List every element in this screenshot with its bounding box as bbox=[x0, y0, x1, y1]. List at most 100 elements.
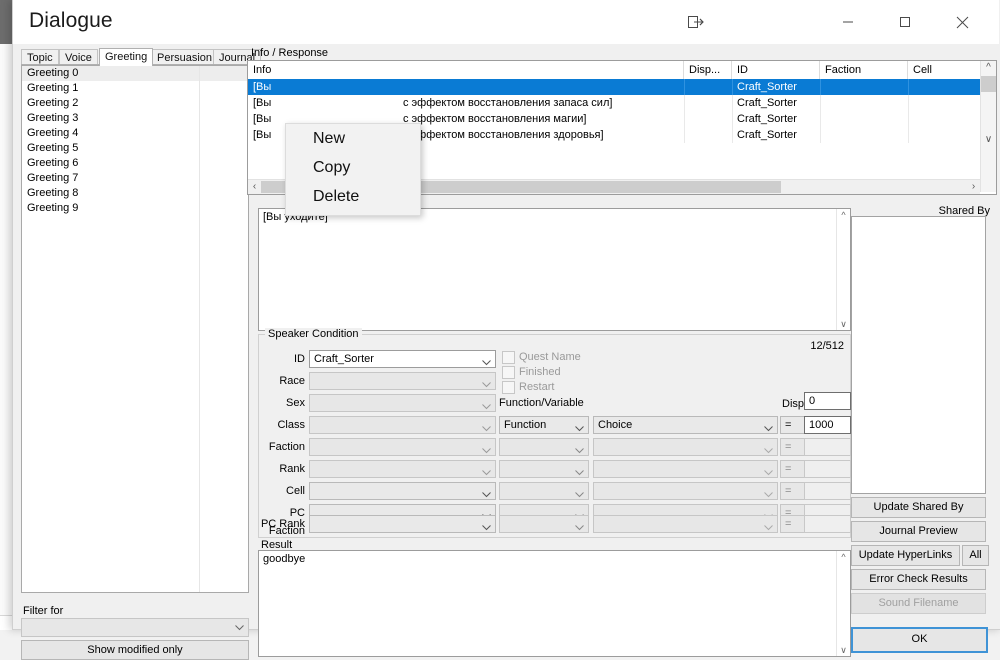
column-header-disp[interactable]: Disp... bbox=[684, 61, 732, 79]
checkbox-restart[interactable] bbox=[502, 381, 515, 394]
filter-label: Filter for bbox=[23, 605, 63, 617]
maximize-icon[interactable] bbox=[882, 0, 928, 44]
context-menu-item-new[interactable]: New bbox=[286, 124, 420, 153]
list-item[interactable]: Greeting 3 bbox=[22, 111, 248, 126]
input-value-2[interactable] bbox=[804, 460, 851, 478]
chevron-down-icon bbox=[575, 465, 584, 478]
chevron-down-icon bbox=[482, 520, 491, 533]
combo-cell[interactable] bbox=[309, 482, 496, 500]
column-header-id[interactable]: ID bbox=[732, 61, 820, 79]
column-header-info[interactable]: Info bbox=[248, 61, 684, 79]
chevron-down-icon bbox=[482, 377, 491, 390]
all-button[interactable]: All bbox=[962, 545, 989, 566]
combo-function-3[interactable] bbox=[499, 482, 589, 500]
checkbox-quest-name-label: Quest Name bbox=[519, 352, 581, 363]
cell-faction bbox=[820, 95, 908, 111]
journal-preview-button[interactable]: Journal Preview bbox=[851, 521, 986, 542]
list-item[interactable]: Greeting 8 bbox=[22, 186, 248, 201]
combo-faction[interactable] bbox=[309, 438, 496, 456]
list-item[interactable]: Greeting 5 bbox=[22, 141, 248, 156]
tab-greeting[interactable]: Greeting bbox=[99, 48, 153, 66]
disp-input[interactable]: 0 bbox=[804, 392, 851, 410]
column-header-faction[interactable]: Faction bbox=[820, 61, 908, 79]
combo-function-1[interactable] bbox=[499, 438, 589, 456]
error-check-results-button[interactable]: Error Check Results bbox=[851, 569, 986, 590]
chevron-down-icon bbox=[482, 443, 491, 456]
cell-disp bbox=[684, 127, 732, 143]
scroll-down-icon[interactable]: ∨ bbox=[981, 133, 996, 147]
context-menu-item-delete[interactable]: Delete bbox=[286, 182, 420, 211]
combo-rank[interactable] bbox=[309, 460, 496, 478]
shared-by-list[interactable] bbox=[851, 216, 986, 494]
checkbox-finished[interactable] bbox=[502, 366, 515, 379]
chevron-down-icon bbox=[235, 622, 244, 634]
result-textbox[interactable]: goodbye ^ ∨ bbox=[258, 550, 851, 657]
update-hyperlinks-button[interactable]: Update HyperLinks bbox=[851, 545, 960, 566]
chevron-down-icon bbox=[482, 487, 491, 500]
show-modified-only-button[interactable]: Show modified only bbox=[21, 640, 249, 660]
greeting-list[interactable]: Greeting 0 Greeting 1 Greeting 2 Greetin… bbox=[21, 65, 249, 593]
update-shared-by-button[interactable]: Update Shared By bbox=[851, 497, 986, 518]
combo-function-5[interactable] bbox=[499, 515, 589, 533]
combo-variable-1[interactable] bbox=[593, 438, 778, 456]
checkbox-quest-name[interactable] bbox=[502, 351, 515, 364]
combo-function-2[interactable] bbox=[499, 460, 589, 478]
field-label-rank: Rank bbox=[259, 460, 305, 478]
input-value-3[interactable] bbox=[804, 482, 851, 500]
field-label-race: Race bbox=[259, 372, 305, 390]
ok-button[interactable]: OK bbox=[851, 627, 988, 653]
table-row[interactable]: [Вы Craft_Sorter bbox=[248, 79, 980, 95]
response-textbox[interactable]: [Вы уходите] ^ ∨ bbox=[258, 208, 851, 331]
input-value-0[interactable]: 1000 bbox=[804, 416, 851, 434]
close-icon[interactable] bbox=[939, 0, 985, 44]
combo-pc-rank[interactable] bbox=[309, 515, 496, 533]
chevron-down-icon bbox=[482, 421, 491, 434]
combo-id[interactable]: Craft_Sorter bbox=[309, 350, 496, 368]
function-variable-label: Function/Variable bbox=[499, 397, 584, 409]
combo-operator-2-value: = bbox=[785, 461, 791, 478]
input-value-1[interactable] bbox=[804, 438, 851, 456]
combo-function-0-value: Function bbox=[504, 417, 546, 434]
chevron-down-icon bbox=[764, 421, 773, 434]
vscroll-thumb[interactable] bbox=[981, 76, 996, 92]
list-item[interactable]: Greeting 1 bbox=[22, 81, 248, 96]
column-header-cell[interactable]: Cell bbox=[908, 61, 980, 79]
list-item[interactable]: Greeting 6 bbox=[22, 156, 248, 171]
list-item[interactable]: Greeting 2 bbox=[22, 96, 248, 111]
filter-combobox[interactable] bbox=[21, 618, 249, 637]
scroll-left-icon[interactable]: ‹ bbox=[248, 180, 261, 194]
field-label-pc-rank: PC Rank bbox=[255, 515, 305, 533]
cell-info-tail: с эффектом восстановления запаса сил] bbox=[403, 95, 684, 111]
response-vertical-scrollbar[interactable]: ^ ∨ bbox=[836, 209, 850, 330]
context-menu[interactable]: New Copy Delete bbox=[285, 123, 421, 216]
list-item[interactable]: Greeting 4 bbox=[22, 126, 248, 141]
table-row[interactable]: [Вы с эффектом восстановления запаса сил… bbox=[248, 95, 980, 111]
list-item[interactable]: Greeting 0 bbox=[22, 66, 248, 81]
table-vertical-scrollbar[interactable]: ^ ∨ bbox=[980, 61, 996, 192]
scroll-right-icon[interactable]: › bbox=[967, 180, 980, 194]
combo-function-0[interactable]: Function bbox=[499, 416, 589, 434]
export-icon[interactable] bbox=[673, 0, 719, 44]
window-titlebar[interactable]: Dialogue bbox=[13, 0, 999, 44]
combo-sex[interactable] bbox=[309, 394, 496, 412]
result-vertical-scrollbar[interactable]: ^ ∨ bbox=[836, 551, 850, 656]
cell-id: Craft_Sorter bbox=[732, 111, 820, 127]
list-item[interactable]: Greeting 9 bbox=[22, 201, 248, 216]
combo-class[interactable] bbox=[309, 416, 496, 434]
combo-variable-0[interactable]: Choice bbox=[593, 416, 778, 434]
combo-variable-3[interactable] bbox=[593, 482, 778, 500]
minimize-icon[interactable] bbox=[825, 0, 871, 44]
combo-variable-2[interactable] bbox=[593, 460, 778, 478]
scroll-up-icon[interactable]: ^ bbox=[837, 551, 850, 563]
combo-variable-5[interactable] bbox=[593, 515, 778, 533]
scroll-up-icon[interactable]: ^ bbox=[837, 209, 850, 221]
scroll-down-icon[interactable]: ∨ bbox=[837, 318, 850, 330]
input-value-5[interactable] bbox=[804, 515, 851, 533]
chevron-down-icon bbox=[575, 421, 584, 434]
combo-race[interactable] bbox=[309, 372, 496, 390]
scroll-up-icon[interactable]: ^ bbox=[981, 61, 996, 75]
list-item[interactable]: Greeting 7 bbox=[22, 171, 248, 186]
scroll-down-icon[interactable]: ∨ bbox=[837, 644, 850, 656]
context-menu-item-copy[interactable]: Copy bbox=[286, 153, 420, 182]
field-label-faction: Faction bbox=[259, 438, 305, 456]
